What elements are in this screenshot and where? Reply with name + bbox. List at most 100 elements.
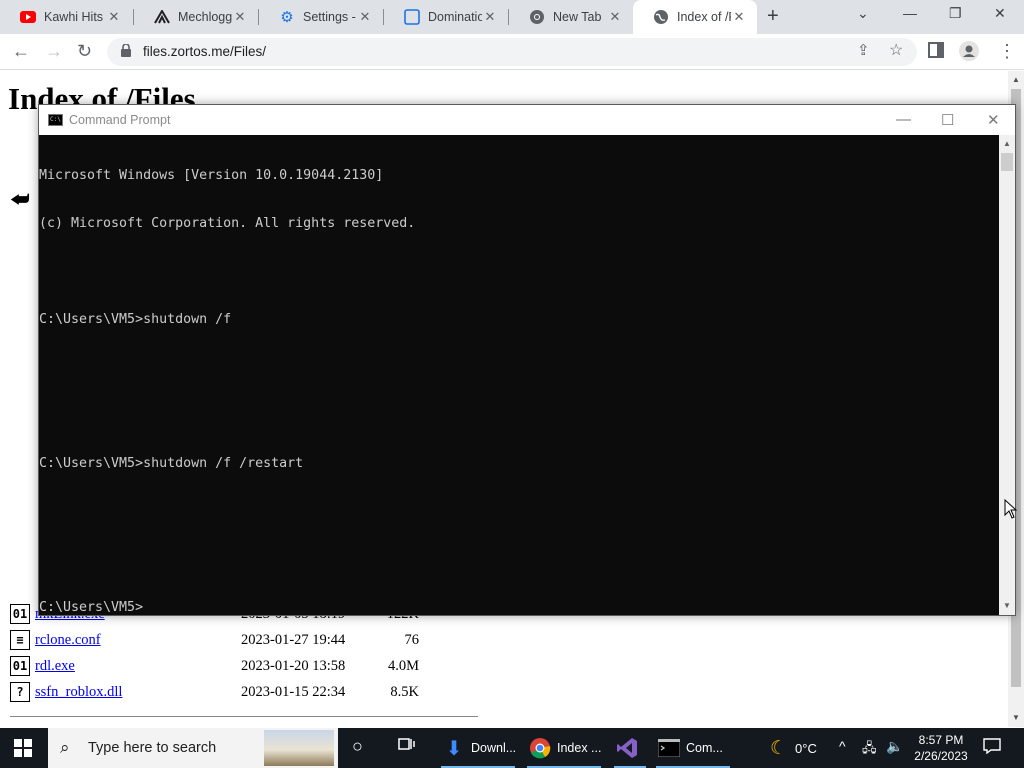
cmd-title-bar[interactable]: C:\ Command Prompt — ☐ ✕ [39, 105, 1015, 135]
cmd-window-title: Command Prompt [69, 113, 171, 127]
tab-title: Settings - [303, 10, 356, 24]
scroll-down-icon[interactable]: ▼ [1003, 601, 1011, 610]
terminal-line: C:\Users\VM5>shutdown /f /restart [39, 456, 304, 471]
download-icon: ⬇ [445, 737, 463, 760]
forward-button[interactable]: → [45, 41, 63, 62]
taskbar-app-label: Index ... [557, 741, 602, 755]
scroll-up-icon[interactable]: ▲ [1012, 75, 1020, 84]
terminal-line: ​ [39, 552, 415, 568]
file-row: ≡ rclone.conf 2023-01-27 19:44 76 [10, 629, 419, 651]
close-window-button[interactable]: ✕ [987, 111, 1000, 129]
close-window-button[interactable]: ✕ [994, 5, 1006, 22]
menu-dots-icon[interactable]: ⋮ [998, 41, 1016, 62]
taskbar-app-command-prompt[interactable]: Com... [652, 728, 734, 768]
terminal-lines: Microsoft Windows [Version 10.0.19044.21… [39, 136, 415, 615]
file-row: 01 rdl.exe 2023-01-20 13:58 4.0M [10, 655, 419, 677]
clock-time: 8:57 PM [918, 733, 964, 747]
file-size: 4.0M [387, 657, 419, 674]
text-file-icon: ≡ [10, 630, 30, 650]
youtube-icon [20, 9, 36, 25]
gear-icon: ⚙ [280, 9, 294, 26]
tab-mechlogger[interactable]: Mechlogger ✕ [134, 0, 258, 34]
tab-index-of-files[interactable]: Index of /F ✕ [633, 0, 757, 34]
scrollbar-thumb[interactable] [1001, 153, 1013, 171]
file-link[interactable]: rclone.conf [35, 632, 241, 649]
back-arrow-icon[interactable]: ⮨ [10, 187, 30, 211]
system-clock[interactable]: 8:57 PM 2/26/2023 [910, 732, 972, 764]
tab-title: Domination [428, 10, 482, 24]
moon-icon: ☾ [770, 737, 788, 759]
share-icon[interactable]: ⇪ [857, 41, 870, 59]
terminal-line: ​ [39, 408, 415, 424]
cortana-icon[interactable]: ○ [352, 736, 363, 757]
chevron-down-icon[interactable]: ⌄ [857, 5, 869, 22]
minimize-button[interactable]: — [896, 111, 911, 128]
browser-tab-strip: Kawhi Hits ✕ Mechlogger ✕ ⚙ Settings - ✕… [0, 0, 1024, 34]
terminal-line: ​ [39, 360, 415, 376]
tab-settings[interactable]: ⚙ Settings - ✕ [259, 0, 383, 34]
taskbar-app-chrome[interactable]: Index ... [523, 728, 605, 768]
search-highlight-image[interactable] [264, 730, 334, 766]
binary-icon: 01 [10, 604, 30, 624]
file-link[interactable]: ssfn_roblox.dll [35, 684, 241, 701]
tab-domination[interactable]: Domination ✕ [384, 0, 508, 34]
search-placeholder[interactable]: Type here to search [88, 740, 216, 756]
terminal-line: C:\Users\VM5> [39, 600, 144, 615]
tab-new-tab[interactable]: New Tab ✕ [509, 0, 633, 34]
taskbar-app-label: Com... [686, 741, 723, 755]
network-icon[interactable]: 🖧 [862, 739, 877, 761]
volume-icon[interactable]: 🔈 [886, 738, 903, 755]
notification-icon[interactable] [983, 738, 1001, 759]
profile-avatar[interactable] [959, 41, 979, 66]
close-icon[interactable]: ✕ [607, 9, 623, 25]
terminal-output[interactable]: Microsoft Windows [Version 10.0.19044.21… [39, 135, 999, 615]
taskbar-app-downloads[interactable]: ⬇ Downl... [437, 728, 519, 768]
taskbar-app-label: Downl... [471, 741, 517, 755]
mechlogger-icon [154, 9, 170, 25]
tab-title: Mechlogger [178, 10, 232, 24]
terminal-line: Microsoft Windows [Version 10.0.19044.21… [39, 168, 384, 183]
restore-button[interactable]: ❐ [949, 5, 962, 22]
tab-title: Index of /F [677, 10, 731, 24]
file-size: 8.5K [390, 683, 419, 700]
file-icon-column: ⮨ [10, 187, 34, 211]
clock-date: 2/26/2023 [914, 749, 968, 763]
lock-icon[interactable] [121, 43, 131, 62]
scroll-down-icon[interactable]: ▼ [1012, 713, 1020, 722]
visual-studio-icon [616, 737, 638, 759]
close-icon[interactable]: ✕ [731, 9, 747, 25]
windows-start-icon[interactable] [14, 739, 32, 762]
page-icon [404, 9, 420, 25]
command-prompt-window[interactable]: C:\ Command Prompt — ☐ ✕ Microsoft Windo… [38, 104, 1016, 616]
bookmark-star-icon[interactable]: ☆ [889, 40, 903, 60]
close-icon[interactable]: ✕ [482, 9, 498, 25]
new-tab-button[interactable]: + [767, 5, 779, 28]
binary-icon: 01 [10, 656, 30, 676]
file-date: 2023-01-20 13:58 [241, 657, 346, 674]
cmd-scrollbar[interactable]: ▲ ▼ [999, 135, 1015, 615]
file-date: 2023-01-27 19:44 [241, 631, 346, 648]
search-icon: ⌕ [60, 738, 70, 757]
url-text[interactable]: files.zortos.me/Files/ [143, 44, 266, 59]
back-button[interactable]: ← [12, 41, 30, 62]
weather-widget[interactable]: ☾ 0°C [770, 728, 817, 768]
taskbar-search-box[interactable]: ⌕ Type here to search [48, 728, 338, 768]
taskbar-app-visual-studio[interactable] [610, 728, 650, 768]
terminal-line: C:\Users\VM5>shutdown /f [39, 312, 232, 327]
reload-button[interactable]: ↻ [77, 41, 92, 62]
scroll-up-icon[interactable]: ▲ [1003, 139, 1011, 148]
close-icon[interactable]: ✕ [106, 9, 122, 25]
close-icon[interactable]: ✕ [232, 9, 248, 25]
minimize-button[interactable]: — [903, 5, 917, 21]
tab-kawhi-hits[interactable]: Kawhi Hits ✕ [0, 0, 132, 34]
maximize-button[interactable]: ☐ [941, 111, 954, 129]
chevron-up-icon[interactable]: ^ [839, 738, 846, 754]
side-panel-icon[interactable] [928, 42, 944, 63]
file-link[interactable]: rdl.exe [35, 658, 241, 675]
terminal-line: ​ [39, 264, 415, 280]
cmd-icon: C:\ [48, 114, 63, 126]
divider [10, 716, 478, 717]
close-icon[interactable]: ✕ [357, 9, 373, 25]
task-view-icon[interactable] [398, 736, 416, 757]
address-bar[interactable]: files.zortos.me/Files/ ⇪ ☆ [107, 38, 917, 66]
